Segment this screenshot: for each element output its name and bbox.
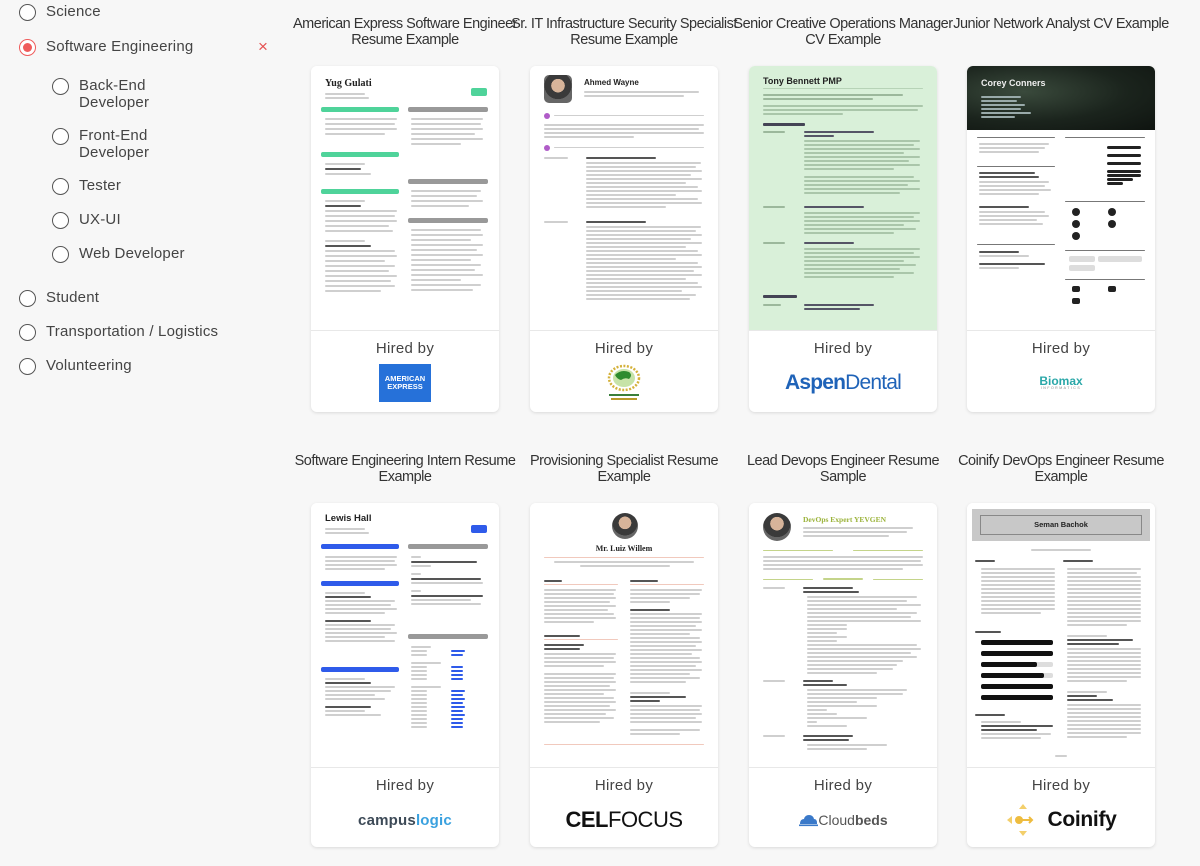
radio-icon[interactable] — [52, 178, 69, 195]
filter-option-science[interactable]: Science — [19, 3, 101, 21]
radio-icon[interactable] — [19, 290, 36, 307]
resume-thumbnail[interactable]: DevOps Expert YEVGEN — [749, 503, 937, 768]
cloudbeds-logo-icon: Cloud beds — [798, 812, 888, 828]
company-logo-campuslogic: campuslogic — [311, 800, 499, 840]
card-title[interactable]: Software Engineering Intern Resume Examp… — [291, 453, 519, 485]
amex-logo-icon: AMERICAN EXPRESS — [379, 364, 431, 402]
hired-by-label: Hired by — [1031, 340, 1091, 357]
card-title[interactable]: Senior Creative Operations Manager CV Ex… — [729, 16, 957, 48]
filter-option-back-end-developer[interactable]: Back-End Developer — [52, 77, 189, 111]
aspen-dental-logo-icon: AspenDental — [784, 371, 902, 394]
celfocus-logo-icon: CELFOCUS — [565, 807, 683, 832]
hired-by-label: Hired by — [594, 340, 654, 357]
filter-option-label: Transportation / Logistics — [46, 323, 219, 340]
resume-thumbnail[interactable]: Seman Bachok — [967, 503, 1155, 768]
resume-thumbnail[interactable]: Ahmed Wayne — [530, 66, 718, 331]
hired-by-label: Hired by — [813, 777, 873, 794]
resume-photo — [612, 513, 638, 539]
filter-option-label: Volunteering — [46, 357, 132, 374]
filter-option-student[interactable]: Student — [19, 289, 99, 307]
hired-by-label: Hired by — [375, 340, 435, 357]
coinify-logo-icon: Coinify — [1005, 802, 1117, 838]
company-logo-arab-monetary-fund — [530, 363, 718, 403]
campuslogic-logo-icon: campuslogic — [358, 811, 452, 829]
company-logo-coinify: Coinify — [967, 800, 1155, 840]
arab-monetary-fund-logo-icon — [607, 364, 641, 400]
resume-name: DevOps Expert YEVGEN — [803, 515, 887, 524]
card-title[interactable]: American Express Software Engineer Resum… — [291, 16, 519, 48]
resume-thumbnail[interactable]: Lewis Hall — [311, 503, 499, 768]
resume-thumbnail[interactable]: Corey Conners — [967, 66, 1155, 331]
filter-option-web-developer[interactable]: Web Developer — [52, 245, 189, 263]
company-logo-aspen-dental: AspenDental — [749, 363, 937, 403]
company-logo-cloudbeds: Cloud beds — [749, 800, 937, 840]
resume-card-body[interactable]: Ahmed Wayne Hired by — [530, 66, 718, 412]
resume-thumbnail[interactable]: Mr. Luiz Willem — [530, 503, 718, 768]
company-logo-biomax: Biomax INFORMATICS — [967, 363, 1155, 403]
resume-name: Seman Bachok — [1034, 520, 1088, 529]
filter-option-label: Front-End Developer — [79, 127, 150, 161]
resume-name: Corey Conners — [981, 78, 1046, 88]
filter-option-tester[interactable]: Tester — [52, 177, 189, 195]
radio-icon[interactable] — [19, 358, 36, 375]
radio-icon[interactable] — [52, 246, 69, 263]
radio-icon[interactable] — [19, 324, 36, 341]
filter-option-label: Web Developer — [79, 245, 185, 262]
resume-card-body[interactable]: Seman Bachok Hired by Coinify — [967, 503, 1155, 847]
clear-filter-close-icon[interactable]: × — [258, 38, 268, 55]
radio-icon[interactable] — [52, 78, 69, 95]
filter-option-label: Student — [46, 289, 100, 306]
resume-card-body[interactable]: Yug Gulati Hired by AMERICAN EXPRESS — [311, 66, 499, 412]
hired-by-label: Hired by — [813, 340, 873, 357]
resume-name: Lewis Hall — [325, 513, 372, 524]
hired-by-label: Hired by — [594, 777, 654, 794]
radio-icon[interactable] — [19, 4, 36, 21]
filter-sidebar: Science Software Engineering × Back-End … — [0, 0, 290, 866]
filter-option-software-engineering[interactable]: Software Engineering — [19, 38, 193, 56]
radio-icon[interactable] — [52, 212, 69, 229]
filter-option-volunteering[interactable]: Volunteering — [19, 357, 132, 375]
filter-option-label: Back-End Developer — [79, 77, 150, 111]
company-logo-celfocus: CELFOCUS — [530, 800, 718, 840]
filter-option-ux-ui[interactable]: UX-UI — [52, 211, 189, 229]
resume-name: Mr. Luiz Willem — [595, 544, 653, 553]
card-title[interactable]: Coinify DevOps Engineer Resume Example — [947, 453, 1175, 485]
resume-card-body[interactable]: DevOps Expert YEVGEN Hired by Cloud beds — [749, 503, 937, 847]
resume-card-body[interactable]: Lewis Hall Hired by campuslogic — [311, 503, 499, 847]
resume-photo — [544, 75, 572, 103]
resume-card-body[interactable]: Corey Conners Hired by Biomax INFORMATIC… — [967, 66, 1155, 412]
resume-thumbnail[interactable]: Tony Bennett PMP — [749, 66, 937, 331]
biomax-logo-icon: Biomax INFORMATICS — [1039, 373, 1083, 390]
radio-icon[interactable] — [52, 128, 69, 145]
resume-name: Ahmed Wayne — [584, 78, 639, 87]
resume-photo — [763, 513, 791, 541]
resume-card-body[interactable]: Tony Bennett PMP Hired by AspenDental — [749, 66, 937, 412]
company-logo-american-express: AMERICAN EXPRESS — [311, 363, 499, 403]
hired-by-label: Hired by — [375, 777, 435, 794]
card-title[interactable]: Provisioning Specialist Resume Example — [510, 453, 738, 485]
filter-option-label: Software Engineering — [46, 38, 194, 55]
resume-header-banner — [967, 66, 1155, 130]
card-title[interactable]: Lead Devops Engineer Resume Sample — [729, 453, 957, 485]
resume-card-body[interactable]: Mr. Luiz Willem Hired by CELFOCUS — [530, 503, 718, 847]
filter-option-transportation-logistics[interactable]: Transportation / Logistics — [19, 323, 218, 341]
filter-option-label: Science — [46, 3, 101, 20]
filter-option-label: UX-UI — [79, 211, 121, 228]
radio-selected-icon[interactable] — [19, 39, 36, 56]
card-title[interactable]: Junior Network Analyst CV Example — [947, 16, 1175, 32]
resume-name: Tony Bennett PMP — [763, 76, 842, 86]
filter-option-front-end-developer[interactable]: Front-End Developer — [52, 127, 189, 161]
resume-name: Yug Gulati — [325, 78, 372, 89]
resume-thumbnail[interactable]: Yug Gulati — [311, 66, 499, 331]
hired-by-label: Hired by — [1031, 777, 1091, 794]
filter-option-label: Tester — [79, 177, 122, 194]
card-title[interactable]: Sr. IT Infrastructure Security Specialis… — [510, 16, 738, 48]
